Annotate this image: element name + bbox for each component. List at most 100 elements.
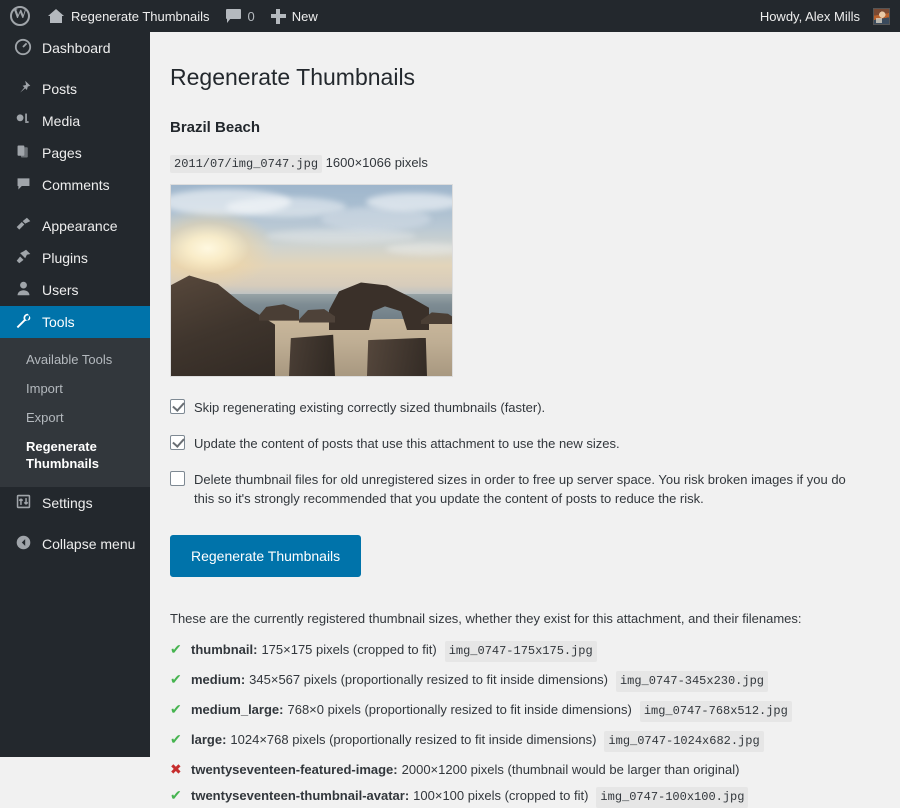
sidebar-item-label: Dashboard xyxy=(42,40,111,56)
size-name: twentyseventeen-featured-image: xyxy=(191,762,398,777)
home-icon xyxy=(47,8,65,24)
comment-bubble-icon xyxy=(225,9,242,23)
size-filename: img_0747-345x230.jpg xyxy=(615,671,768,692)
size-name: large: xyxy=(191,732,227,747)
option-row-skip-existing[interactable]: Skip regenerating existing correctly siz… xyxy=(170,398,860,417)
green-check-icon: ✔ xyxy=(170,671,182,687)
option-label: Delete thumbnail files for old unregiste… xyxy=(194,472,846,506)
sidebar-item-media[interactable]: Media xyxy=(0,105,150,137)
size-detail: 1024×768 pixels (proportionally resized … xyxy=(230,732,597,747)
size-name: medium: xyxy=(191,672,246,687)
registered-sizes-list: ✔ thumbnail: 175×175 pixels (cropped to … xyxy=(170,641,880,808)
list-item: ✔ thumbnail: 175×175 pixels (cropped to … xyxy=(170,641,880,662)
sidebar-item-tools[interactable]: Tools xyxy=(0,306,158,338)
file-path: 2011/07/img_0747.jpg xyxy=(170,155,323,173)
sidebar-subitem-import[interactable]: Import xyxy=(0,374,150,403)
attachment-title: Brazil Beach xyxy=(170,119,261,136)
checkbox-skip-existing[interactable] xyxy=(170,399,185,414)
sidebar-item-label: Settings xyxy=(42,495,93,511)
size-filename: img_0747-1024x682.jpg xyxy=(604,731,764,752)
thumbnail-rock xyxy=(289,334,335,376)
registered-sizes-intro: These are the currently registered thumb… xyxy=(170,611,802,626)
main-content: Regenerate Thumbnails Brazil Beach 2011/… xyxy=(150,32,900,808)
green-check-icon: ✔ xyxy=(170,787,182,803)
dashboard-icon xyxy=(13,38,33,58)
site-name-label: Regenerate Thumbnails xyxy=(71,8,210,24)
sidebar-subitem-available-tools[interactable]: Available Tools xyxy=(0,345,150,374)
red-x-icon: ✖ xyxy=(170,761,182,777)
option-row-update-post-contents[interactable]: Update the content of posts that use thi… xyxy=(170,434,860,453)
thumbnail-cloud xyxy=(266,229,416,243)
sidebar-item-settings[interactable]: Settings xyxy=(0,487,150,519)
size-name: thumbnail: xyxy=(191,642,258,657)
option-label: Skip regenerating existing correctly siz… xyxy=(194,400,546,415)
paintbrush-icon xyxy=(13,216,33,236)
new-label: New xyxy=(291,8,318,24)
sidebar-subitem-regenerate-thumbnails[interactable]: Regenerate Thumbnails xyxy=(0,432,150,478)
size-detail: 345×567 pixels (proportionally resized t… xyxy=(249,672,608,687)
checkbox-update-post-contents[interactable] xyxy=(170,435,185,450)
wordpress-logo-menu[interactable] xyxy=(0,0,39,32)
green-check-icon: ✔ xyxy=(170,731,182,747)
sidebar-divider xyxy=(0,201,150,210)
avatar xyxy=(873,7,890,25)
sidebar-item-plugins[interactable]: Plugins xyxy=(0,242,150,274)
sidebar-item-label: Appearance xyxy=(42,218,118,234)
sidebar-item-appearance[interactable]: Appearance xyxy=(0,210,150,242)
admin-sidebar: Dashboard Posts Media Pages Comments App… xyxy=(0,32,158,757)
size-filename: img_0747-768x512.jpg xyxy=(639,701,792,722)
file-dimensions: 1600×1066 pixels xyxy=(325,155,428,170)
collapse-menu-button[interactable]: Collapse menu xyxy=(0,528,150,560)
comments-count: 0 xyxy=(247,8,255,24)
attachment-thumbnail[interactable] xyxy=(170,184,453,377)
tools-submenu: Available Tools Import Export Regenerate… xyxy=(0,338,150,487)
sidebar-divider xyxy=(0,64,150,73)
option-label: Update the content of posts that use thi… xyxy=(194,436,620,451)
sidebar-subitem-export[interactable]: Export xyxy=(0,403,150,432)
collapse-menu-label: Collapse menu xyxy=(42,536,136,552)
site-name-menu[interactable]: Regenerate Thumbnails xyxy=(39,0,218,32)
sidebar-item-pages[interactable]: Pages xyxy=(0,137,150,169)
users-icon xyxy=(13,280,33,300)
size-detail: 768×0 pixels (proportionally resized to … xyxy=(287,702,632,717)
media-icon xyxy=(13,111,33,131)
wrench-icon xyxy=(13,312,33,332)
sidebar-item-label: Tools xyxy=(42,314,75,330)
green-check-icon: ✔ xyxy=(170,641,182,657)
sidebar-item-label: Media xyxy=(42,113,81,129)
file-meta: 2011/07/img_0747.jpg 1600×1066 pixels xyxy=(170,154,880,173)
comments-bubble[interactable]: 0 xyxy=(218,0,263,32)
size-name: twentyseventeen-thumbnail-avatar: xyxy=(191,788,410,803)
size-name: medium_large: xyxy=(191,702,284,717)
page-title: Regenerate Thumbnails xyxy=(170,64,416,90)
green-check-icon: ✔ xyxy=(170,701,182,717)
regenerate-thumbnails-button[interactable]: Regenerate Thumbnails xyxy=(170,535,362,577)
sidebar-item-label: Comments xyxy=(42,177,110,193)
sidebar-item-comments[interactable]: Comments xyxy=(0,169,150,201)
pages-icon xyxy=(13,143,33,163)
sidebar-item-label: Users xyxy=(42,282,79,298)
thumbnail-rock xyxy=(367,337,427,376)
list-item: ✖ twentyseventeen-featured-image: 2000×1… xyxy=(170,761,880,778)
sidebar-item-posts[interactable]: Posts xyxy=(0,73,150,105)
sidebar-item-label: Posts xyxy=(42,81,78,97)
plus-icon xyxy=(270,8,286,24)
size-filename: img_0747-175x175.jpg xyxy=(444,641,597,662)
checkbox-delete-old-sizes[interactable] xyxy=(170,471,185,486)
sidebar-item-label: Plugins xyxy=(42,250,88,266)
list-item: ✔ medium_large: 768×0 pixels (proportion… xyxy=(170,701,880,722)
size-detail: 175×175 pixels (cropped to fit) xyxy=(261,642,437,657)
plugins-icon xyxy=(13,248,33,268)
list-item: ✔ large: 1024×768 pixels (proportionally… xyxy=(170,731,880,752)
sidebar-item-users[interactable]: Users xyxy=(0,274,150,306)
howdy-label: Howdy, Alex Mills xyxy=(759,8,860,24)
option-row-delete-old-sizes[interactable]: Delete thumbnail files for old unregiste… xyxy=(170,470,860,508)
new-content-menu[interactable]: New xyxy=(263,0,326,32)
collapse-arrow-icon xyxy=(13,534,33,554)
my-account-menu[interactable]: Howdy, Alex Mills xyxy=(752,0,900,32)
admin-bar: Regenerate Thumbnails 0 New Howdy, Alex … xyxy=(0,0,900,32)
size-detail: 2000×1200 pixels (thumbnail would be lar… xyxy=(401,762,740,777)
wordpress-logo-icon xyxy=(10,5,30,26)
size-filename: img_0747-100x100.jpg xyxy=(596,787,749,808)
sidebar-item-dashboard[interactable]: Dashboard xyxy=(0,32,150,64)
